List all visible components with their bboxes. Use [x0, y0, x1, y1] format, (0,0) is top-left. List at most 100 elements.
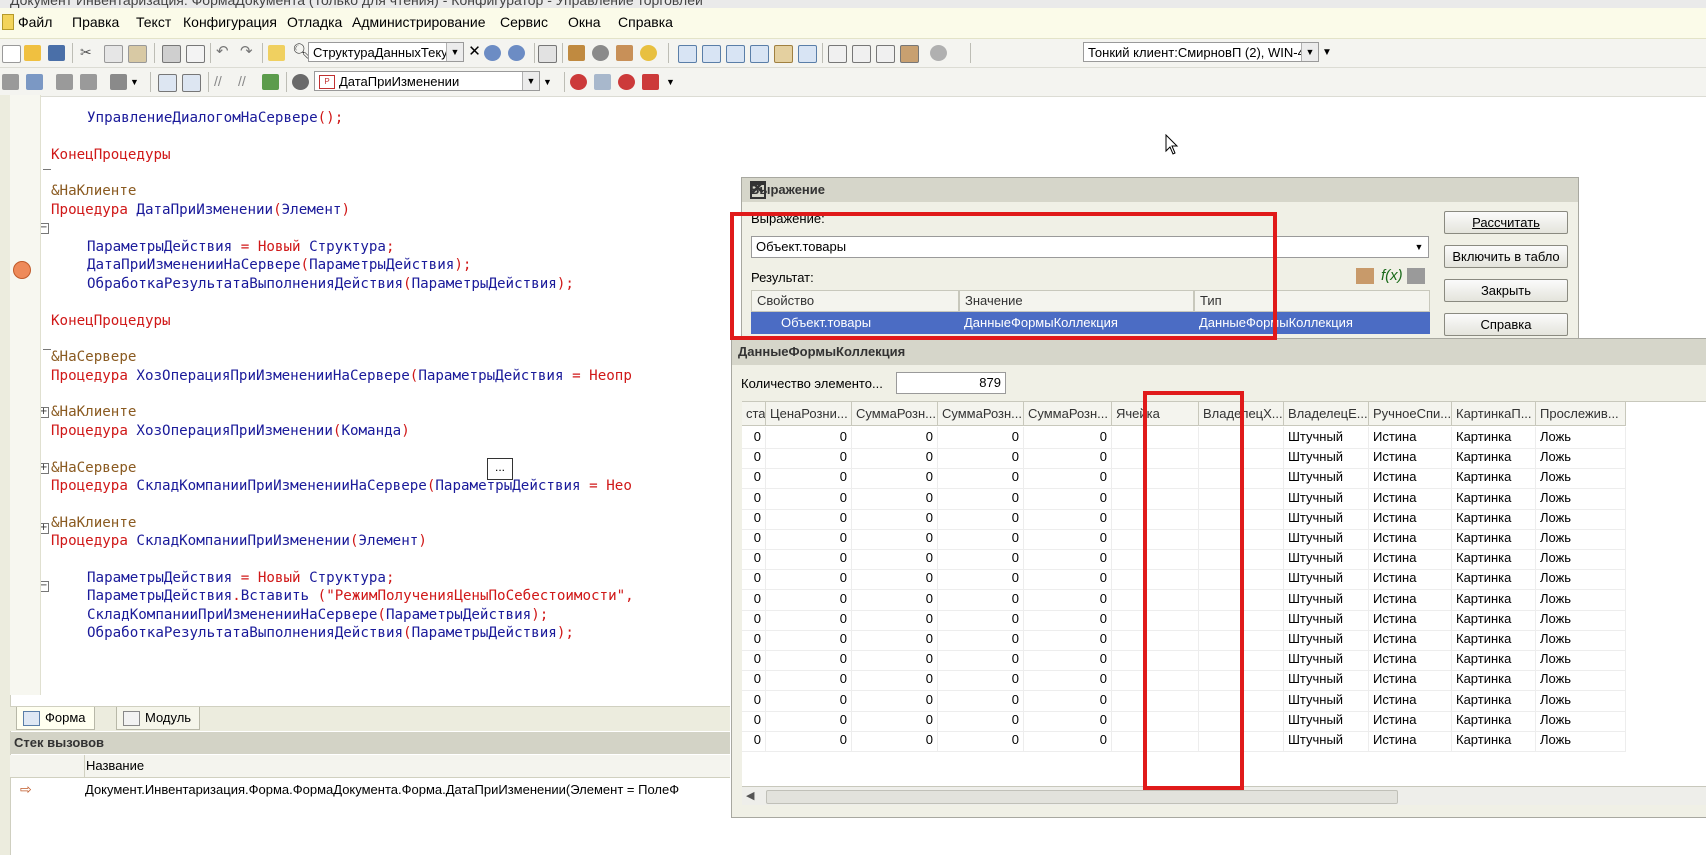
fold-toggle[interactable]: − — [41, 581, 49, 592]
grid-column-header[interactable]: КартинкаП... — [1452, 402, 1536, 426]
code-line[interactable]: &НаКлиенте — [51, 181, 136, 201]
fold-toggle[interactable]: − — [41, 223, 49, 234]
print-icon[interactable] — [162, 45, 181, 63]
dropdown-icon[interactable]: ▼ — [130, 74, 147, 90]
grid-cell[interactable]: 0 — [1024, 709, 1112, 732]
column-name-header[interactable]: Название — [86, 758, 144, 773]
grid-cell[interactable]: Штучный — [1284, 447, 1369, 470]
code-line[interactable]: Процедура ХозОперацияПриИзмененииНаСерве… — [51, 366, 632, 386]
chevron-down-icon[interactable]: ▼ — [1410, 237, 1428, 257]
grid-cell[interactable] — [1199, 528, 1284, 550]
cut-icon[interactable]: ✂ — [80, 45, 97, 61]
disable-breakpoint-icon[interactable] — [618, 74, 635, 90]
grid-cell[interactable]: 0 — [852, 528, 938, 550]
grid-cell[interactable]: 0 — [766, 629, 852, 651]
grid-cell[interactable]: Истина — [1369, 548, 1452, 571]
grid-cell[interactable]: 0 — [938, 709, 1024, 732]
grid-cell[interactable]: 0 — [938, 568, 1024, 591]
grid-cell[interactable]: Истина — [1369, 588, 1452, 611]
grid-cell[interactable]: 0 — [742, 487, 766, 510]
grid-cell[interactable]: Штучный — [1284, 528, 1369, 550]
function-icon[interactable]: f(x) — [1381, 267, 1403, 284]
grid-cell[interactable]: 0 — [852, 487, 938, 510]
table-icon[interactable] — [80, 74, 97, 90]
grid-cell[interactable]: Ложь — [1536, 427, 1626, 449]
grid-cell[interactable] — [1112, 548, 1199, 571]
grid-cell[interactable]: Штучный — [1284, 507, 1369, 530]
grid-cell[interactable] — [1112, 507, 1199, 530]
grid-cell[interactable]: 0 — [852, 507, 938, 530]
grid-cell[interactable]: 0 — [1024, 507, 1112, 530]
code-line[interactable]: КонецПроцедуры — [51, 311, 171, 331]
breakpoint-list-icon[interactable] — [594, 74, 611, 90]
redo-icon[interactable]: ↷ — [240, 44, 257, 61]
grid-cell[interactable]: 0 — [766, 467, 852, 490]
grid-cell[interactable]: 0 — [742, 608, 766, 631]
calculate-button[interactable]: Рассчитать — [1444, 211, 1568, 234]
grid-cell[interactable]: Истина — [1369, 649, 1452, 672]
grid-cell[interactable]: Картинка — [1452, 649, 1536, 672]
grid-cell[interactable]: Истина — [1369, 709, 1452, 732]
grid-cell[interactable]: 0 — [938, 507, 1024, 530]
code-editor[interactable]: − + + + − УправлениеДиалогомНаСервере();… — [41, 95, 731, 705]
grid-cell[interactable]: 0 — [938, 689, 1024, 712]
grid-column-header[interactable]: СуммаРозн... — [1024, 402, 1112, 426]
grid-cell[interactable]: Истина — [1369, 689, 1452, 712]
fold-toggle[interactable]: + — [41, 463, 49, 474]
code-line[interactable]: Процедура ДатаПриИзменении(Элемент) — [51, 200, 350, 220]
procedure-combo[interactable]: P ДатаПриИзменении ▼ — [314, 71, 540, 91]
add-to-watch-button[interactable]: Включить в табло — [1444, 245, 1568, 268]
code-line[interactable]: Процедура СкладКомпанииПриИзмененииНаСер… — [51, 476, 632, 496]
grid-cell[interactable]: 0 — [938, 629, 1024, 651]
grid-column-header[interactable]: Ячейка — [1112, 402, 1199, 426]
grid-cell[interactable]: Штучный — [1284, 629, 1369, 651]
grid-cell[interactable]: 0 — [766, 548, 852, 571]
step-into-icon[interactable] — [702, 45, 721, 63]
syntax-check-icon[interactable] — [262, 74, 279, 90]
grid-cell[interactable]: 0 — [938, 427, 1024, 449]
grid-cell[interactable]: Картинка — [1452, 608, 1536, 631]
grid-cell[interactable]: Картинка — [1452, 507, 1536, 530]
grid-cell[interactable]: Истина — [1369, 487, 1452, 510]
grid-cell[interactable] — [1112, 629, 1199, 651]
grid-cell[interactable] — [1199, 507, 1284, 530]
procedure-list-icon[interactable] — [182, 74, 201, 92]
grid-cell[interactable]: 0 — [766, 528, 852, 550]
grid-cell[interactable] — [1112, 689, 1199, 712]
grid-cell[interactable]: 0 — [1024, 608, 1112, 631]
grid-cell[interactable]: 0 — [742, 528, 766, 550]
grid-cell[interactable]: 0 — [1024, 629, 1112, 651]
menu-debug[interactable]: Отладка — [287, 14, 342, 30]
code-line[interactable]: Процедура ХозОперацияПриИзменении(Команд… — [51, 421, 410, 441]
grid-cell[interactable]: Истина — [1369, 427, 1452, 449]
toggle-breakpoint-icon[interactable] — [570, 74, 587, 90]
grid-cell[interactable]: 0 — [938, 487, 1024, 510]
grid-cell[interactable]: 0 — [852, 649, 938, 672]
grid-cell[interactable]: 0 — [1024, 730, 1112, 752]
grid-cell[interactable]: Истина — [1369, 629, 1452, 651]
fold-toggle[interactable]: + — [41, 523, 49, 534]
windows-icon[interactable] — [538, 45, 557, 63]
info-icon[interactable] — [640, 45, 657, 61]
breakpoint-icon[interactable] — [828, 45, 847, 63]
grid-cell[interactable] — [1112, 487, 1199, 510]
grid-cell[interactable]: 0 — [1024, 427, 1112, 449]
new-file-icon[interactable] — [2, 45, 21, 63]
grid-cell[interactable]: Ложь — [1536, 507, 1626, 530]
grid-cell[interactable]: Ложь — [1536, 487, 1626, 510]
grid-cell[interactable]: 0 — [742, 467, 766, 490]
grid-cell[interactable]: Картинка — [1452, 669, 1536, 692]
syntax-assistant-icon[interactable] — [616, 45, 633, 61]
scrollbar-thumb[interactable] — [766, 790, 1398, 804]
grid-cell[interactable]: Истина — [1369, 568, 1452, 591]
grid-cell[interactable]: 0 — [938, 730, 1024, 752]
grid-cell[interactable]: Картинка — [1452, 487, 1536, 510]
undo-icon[interactable]: ↶ — [216, 44, 233, 61]
grid-cell[interactable]: Истина — [1369, 730, 1452, 752]
indent-icon[interactable] — [2, 74, 19, 90]
grid-cell[interactable]: 0 — [938, 669, 1024, 692]
open-folder-icon[interactable] — [24, 45, 41, 61]
grid-column-header[interactable]: Прослежив... — [1536, 402, 1626, 426]
grid-cell[interactable]: Ложь — [1536, 689, 1626, 712]
grid-cell[interactable] — [1112, 669, 1199, 692]
